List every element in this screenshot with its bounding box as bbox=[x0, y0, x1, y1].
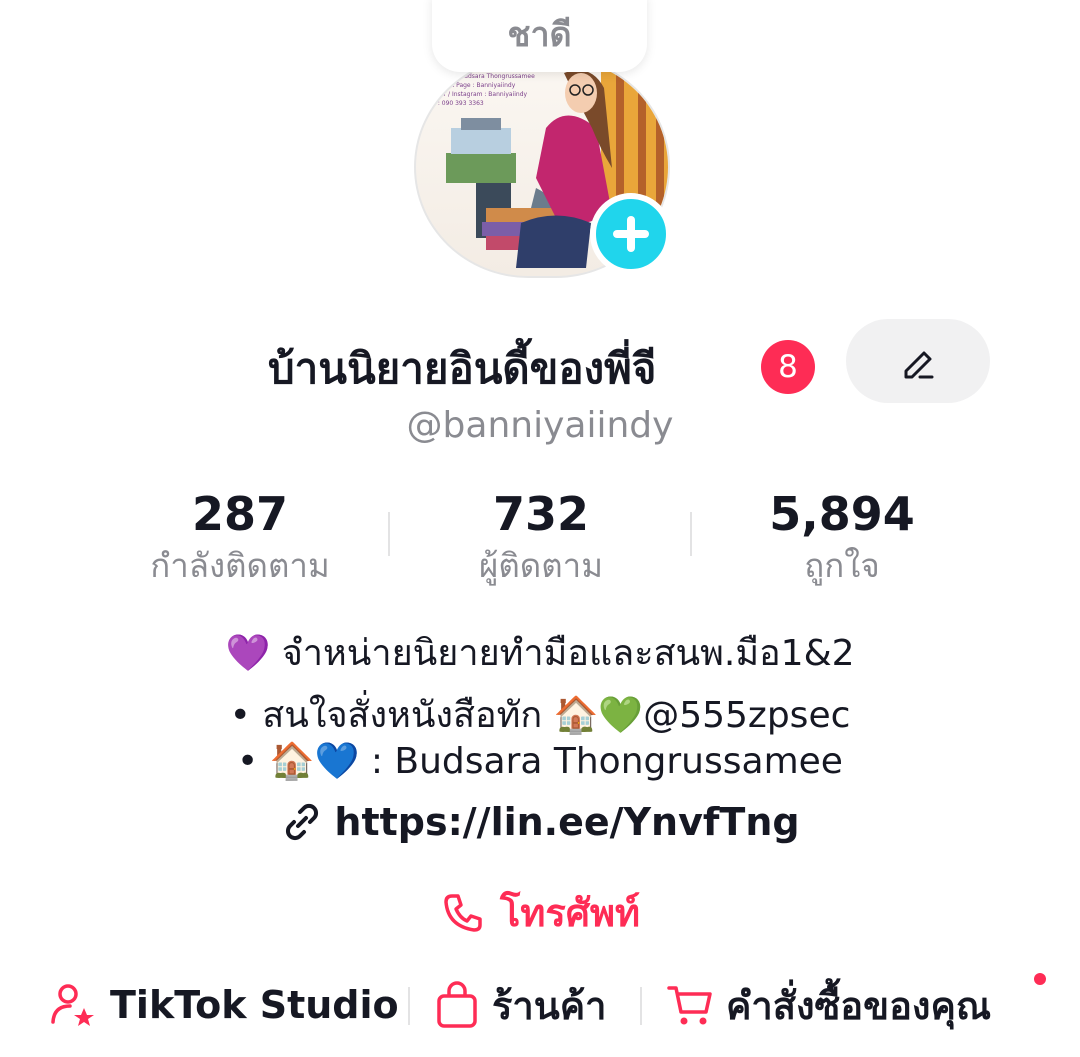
tool-label: คำสั่งซื้อของคุณ bbox=[726, 983, 992, 1028]
stat-likes[interactable]: 5,894 ถูกใจ bbox=[692, 486, 992, 588]
tool-label: TikTok Studio bbox=[110, 983, 399, 1027]
status-tag[interactable]: ชาดี bbox=[432, 0, 647, 72]
username: @banniyaiindy bbox=[406, 405, 674, 446]
link-icon bbox=[286, 803, 319, 841]
phone-label: โทรศัพท์ bbox=[499, 891, 641, 935]
stat-divider bbox=[388, 512, 390, 556]
avatar-contact-text: Facebook : Budsara Thongrussamee Faceboo… bbox=[426, 73, 535, 107]
followers-count: 732 bbox=[492, 487, 590, 541]
tool-label: ร้านค้า bbox=[492, 983, 607, 1028]
user-star-icon bbox=[51, 984, 94, 1026]
shop-button[interactable]: ร้านค้า bbox=[434, 975, 606, 1035]
pencil-icon bbox=[904, 351, 934, 379]
likes-count: 5,894 bbox=[769, 487, 915, 541]
plus-icon bbox=[613, 216, 649, 252]
bio-line: 💜 จำหน่ายนิยายทำมือและสนพ.มือ1&2 bbox=[225, 633, 855, 674]
add-story-button[interactable] bbox=[590, 193, 672, 275]
cart-icon bbox=[667, 986, 712, 1025]
bio-link[interactable]: https://lin.ee/YnvfTng bbox=[0, 800, 1080, 844]
following-count: 287 bbox=[191, 487, 289, 541]
display-name: บ้านนิยายอินดี้ของพี่จี bbox=[268, 344, 657, 393]
tool-divider bbox=[640, 987, 642, 1025]
notification-badge[interactable]: 8 bbox=[761, 340, 815, 394]
phone-button[interactable]: โทรศัพท์ bbox=[0, 882, 1080, 943]
notification-dot bbox=[1034, 973, 1046, 985]
bio-line: • สนใจสั่งหนังสือทัก 🏠💚@555zpsec bbox=[229, 695, 851, 736]
likes-label: ถูกใจ bbox=[804, 546, 880, 585]
tool-divider bbox=[408, 987, 410, 1025]
followers-label: ผู้ติดตาม bbox=[479, 546, 603, 585]
edit-profile-button[interactable] bbox=[846, 319, 990, 403]
stat-followers[interactable]: 732 ผู้ติดตาม bbox=[391, 486, 691, 588]
tiktok-studio-button[interactable]: TikTok Studio bbox=[48, 975, 399, 1035]
stat-following[interactable]: 287 กำลังติดตาม bbox=[90, 486, 390, 588]
your-orders-button[interactable]: คำสั่งซื้อของคุณ bbox=[666, 975, 991, 1035]
tools-bar: TikTok Studio ร้านค้า คำสั่งซื้อของคุณ bbox=[0, 975, 1080, 1035]
bio-line: • 🏠💙 : Budsara Thongrussamee bbox=[237, 741, 843, 782]
name-row: บ้านนิยายอินดี้ของพี่จี 8 bbox=[0, 319, 1080, 403]
shopping-bag-icon bbox=[437, 981, 477, 1028]
phone-icon bbox=[444, 893, 482, 932]
bio-link-text: https://lin.ee/YnvfTng bbox=[334, 800, 800, 844]
following-label: กำลังติดตาม bbox=[150, 546, 330, 585]
